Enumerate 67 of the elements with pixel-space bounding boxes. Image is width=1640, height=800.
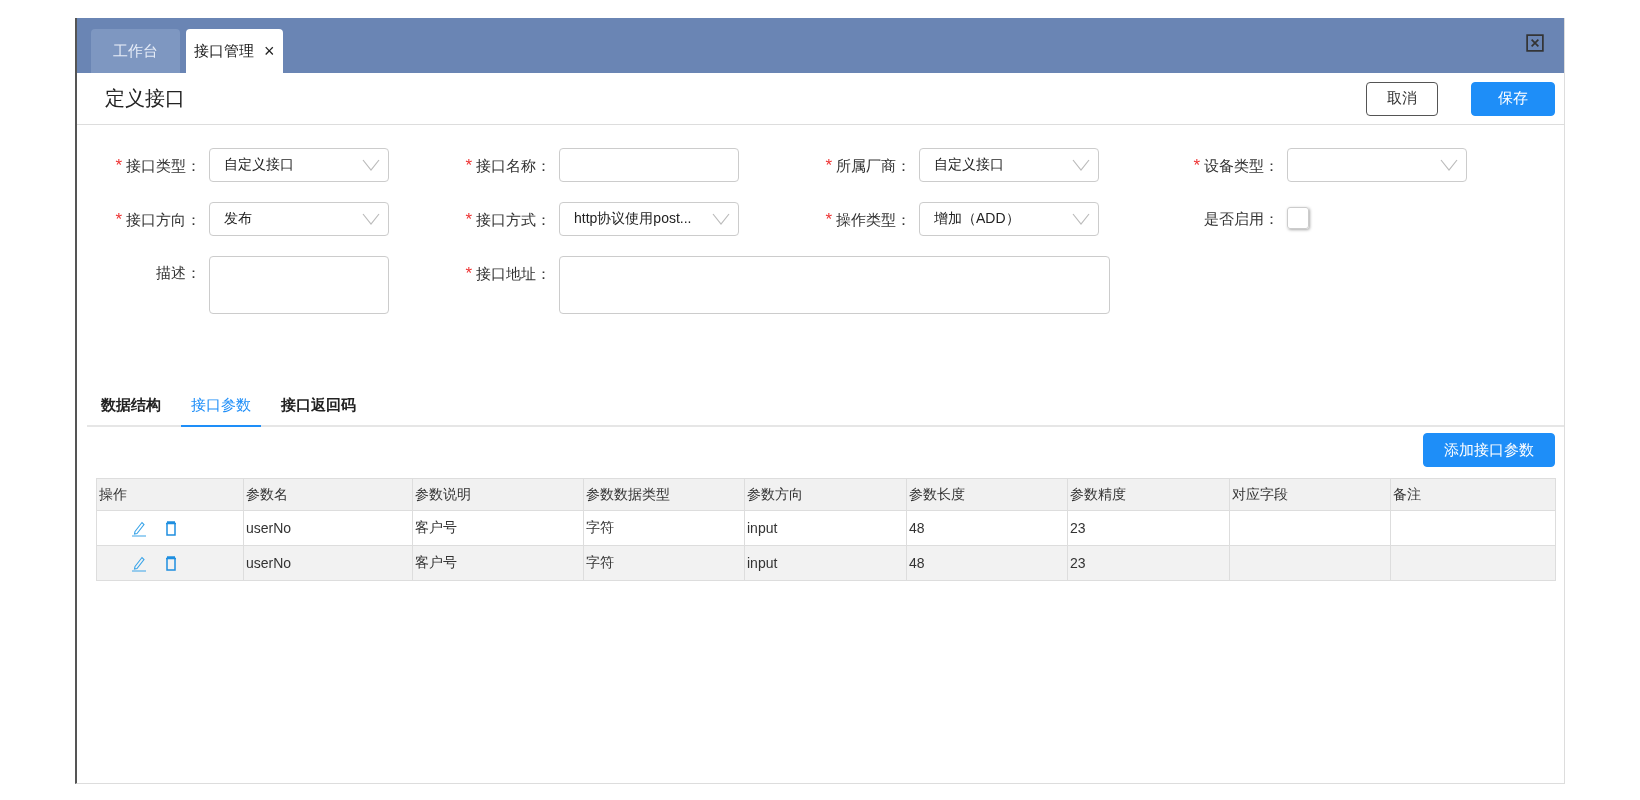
field-label: 所属厂商： (836, 157, 911, 176)
table-cell: userNo (246, 520, 292, 536)
cancel-button[interactable]: 取消 (1366, 81, 1438, 116)
table-cell: input (747, 555, 778, 571)
field-label: 设备类型： (1204, 157, 1279, 176)
column-header: 参数数据类型 (583, 478, 745, 511)
field-label: 描述： (156, 264, 201, 283)
delete-icon[interactable] (163, 519, 179, 537)
select-field[interactable]: 自定义接口 (919, 148, 1099, 182)
select-field[interactable]: http协议使用post... (559, 202, 739, 236)
edit-icon[interactable] (131, 519, 147, 537)
chevron-down-icon (362, 159, 380, 171)
select-field[interactable] (1287, 148, 1467, 182)
field-label: 接口地址： (476, 265, 551, 284)
text-area[interactable] (209, 256, 389, 314)
field-label: 接口方向： (126, 211, 201, 230)
required-mark: * (115, 210, 122, 230)
tab[interactable]: 接口管理 × (186, 29, 283, 73)
input-field[interactable] (559, 148, 739, 182)
select-field[interactable]: 自定义接口 (209, 148, 389, 182)
field-label: 操作类型： (836, 211, 911, 230)
column-header: 参数方向 (744, 478, 907, 511)
column-header: 参数名 (243, 478, 413, 511)
required-mark: * (465, 264, 472, 284)
tab[interactable]: 数据结构 (91, 388, 171, 427)
chevron-down-icon (712, 213, 730, 225)
table-cell: 客户号 (415, 554, 457, 570)
required-mark: * (825, 156, 832, 176)
column-header: 对应字段 (1229, 478, 1391, 511)
required-mark: * (825, 210, 832, 230)
table-cell: 23 (1070, 520, 1086, 536)
field-label: 接口名称： (476, 157, 551, 176)
column-header: 参数说明 (412, 478, 584, 511)
close-tab-button[interactable]: × (264, 40, 275, 62)
table-cell: 23 (1070, 555, 1086, 571)
text-area[interactable] (559, 256, 1110, 314)
field-label: 接口类型： (126, 157, 201, 176)
tab[interactable]: 接口参数 (181, 388, 261, 427)
chevron-down-icon (1072, 213, 1090, 225)
close-icon[interactable] (1526, 34, 1544, 52)
required-mark: * (1193, 156, 1200, 176)
select-field[interactable]: 增加（ADD） (919, 202, 1099, 236)
chevron-down-icon (1072, 159, 1090, 171)
column-header: 参数长度 (906, 478, 1068, 511)
delete-icon[interactable] (163, 554, 179, 572)
edit-icon[interactable] (131, 554, 147, 572)
table-cell: 48 (909, 520, 925, 536)
column-header: 备注 (1390, 478, 1556, 511)
field-label: 接口方式： (476, 211, 551, 230)
table-cell: 字符 (586, 554, 614, 570)
checkbox[interactable] (1287, 207, 1309, 229)
table-cell: input (747, 520, 778, 536)
required-mark: * (465, 210, 472, 230)
chevron-down-icon (1440, 159, 1458, 171)
chevron-down-icon (362, 213, 380, 225)
required-mark: * (115, 156, 122, 176)
table-cell: userNo (246, 555, 292, 571)
table-cell: 客户号 (415, 519, 457, 535)
field-label: 是否启用： (1204, 210, 1279, 229)
table-cell: 字符 (586, 519, 614, 535)
tab[interactable]: 接口返回码 (271, 388, 366, 427)
select-field[interactable]: 发布 (209, 202, 389, 236)
column-header: 操作 (96, 478, 244, 511)
page-title: 定义接口 (105, 86, 185, 111)
table-cell: 48 (909, 555, 925, 571)
column-header: 参数精度 (1067, 478, 1230, 511)
required-mark: * (465, 156, 472, 176)
